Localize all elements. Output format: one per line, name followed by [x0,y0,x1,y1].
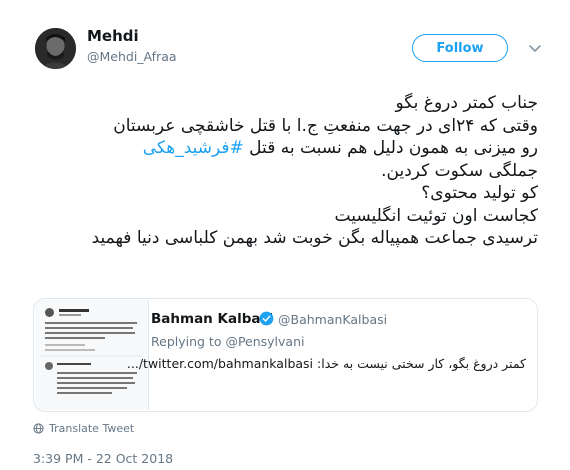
tweet-line: ترسیدی جماعت همپیاله بگن خوبت شد بهمن کل… [91,228,538,248]
tweet-timestamp[interactable]: 3:39 PM - 22 Oct 2018 [33,451,173,466]
tweet-line: رو میزنی به همون دلیل هم نسبت به قتل #فر… [30,137,538,160]
hashtag-link[interactable]: #فرشید_هکی [143,138,244,158]
tweet-line: کجاست اون توئیت انگلیسیت [334,205,538,226]
author-handle[interactable]: @Mehdi_Afraa [87,49,177,64]
author-display-name[interactable]: Mehdi [87,27,139,45]
tweet-line-text: رو میزنی به همون دلیل هم نسبت به قتل [243,138,538,158]
follow-button[interactable]: Follow [412,34,508,62]
translate-tweet-label[interactable]: Translate Tweet [49,422,134,435]
quoted-tweet[interactable]: Bahman Kalbasi @BahmanKalbasi Replying t… [33,298,538,412]
quoted-author-name: Bahman Kalbasi [151,311,274,327]
tweet-line: جملگی سکوت کردین. [381,160,538,181]
globe-icon [33,423,44,434]
author-avatar[interactable] [35,28,76,69]
translate-tweet-link[interactable]: Translate Tweet [33,422,134,435]
quoted-reply-context: Replying to @Pensylvani [151,334,305,349]
tweet-line: کو تولید محتوی؟ [421,183,538,203]
quoted-author-handle: @BahmanKalbasi [278,312,388,327]
tweet-line: جناب کمتر دروغ بگو [395,93,539,113]
quoted-tweet-thumbnail [35,300,149,410]
verified-badge-icon [259,311,274,326]
quoted-tweet-text: کمتر دروغ بگو، کار سختی نیست به خدا: twi… [126,356,526,371]
tweet-card: Mehdi @Mehdi_Afraa Follow جناب کمتر دروغ… [0,0,570,470]
chevron-down-icon[interactable] [528,41,542,55]
tweet-line: وقتی که ۲۴ای در جهت منفعتِ ج.ا با قتل خا… [113,115,538,136]
avatar-image [35,28,76,69]
tweet-text: جناب کمتر دروغ بگو وقتی که ۲۴ای در جهت م… [30,92,538,250]
